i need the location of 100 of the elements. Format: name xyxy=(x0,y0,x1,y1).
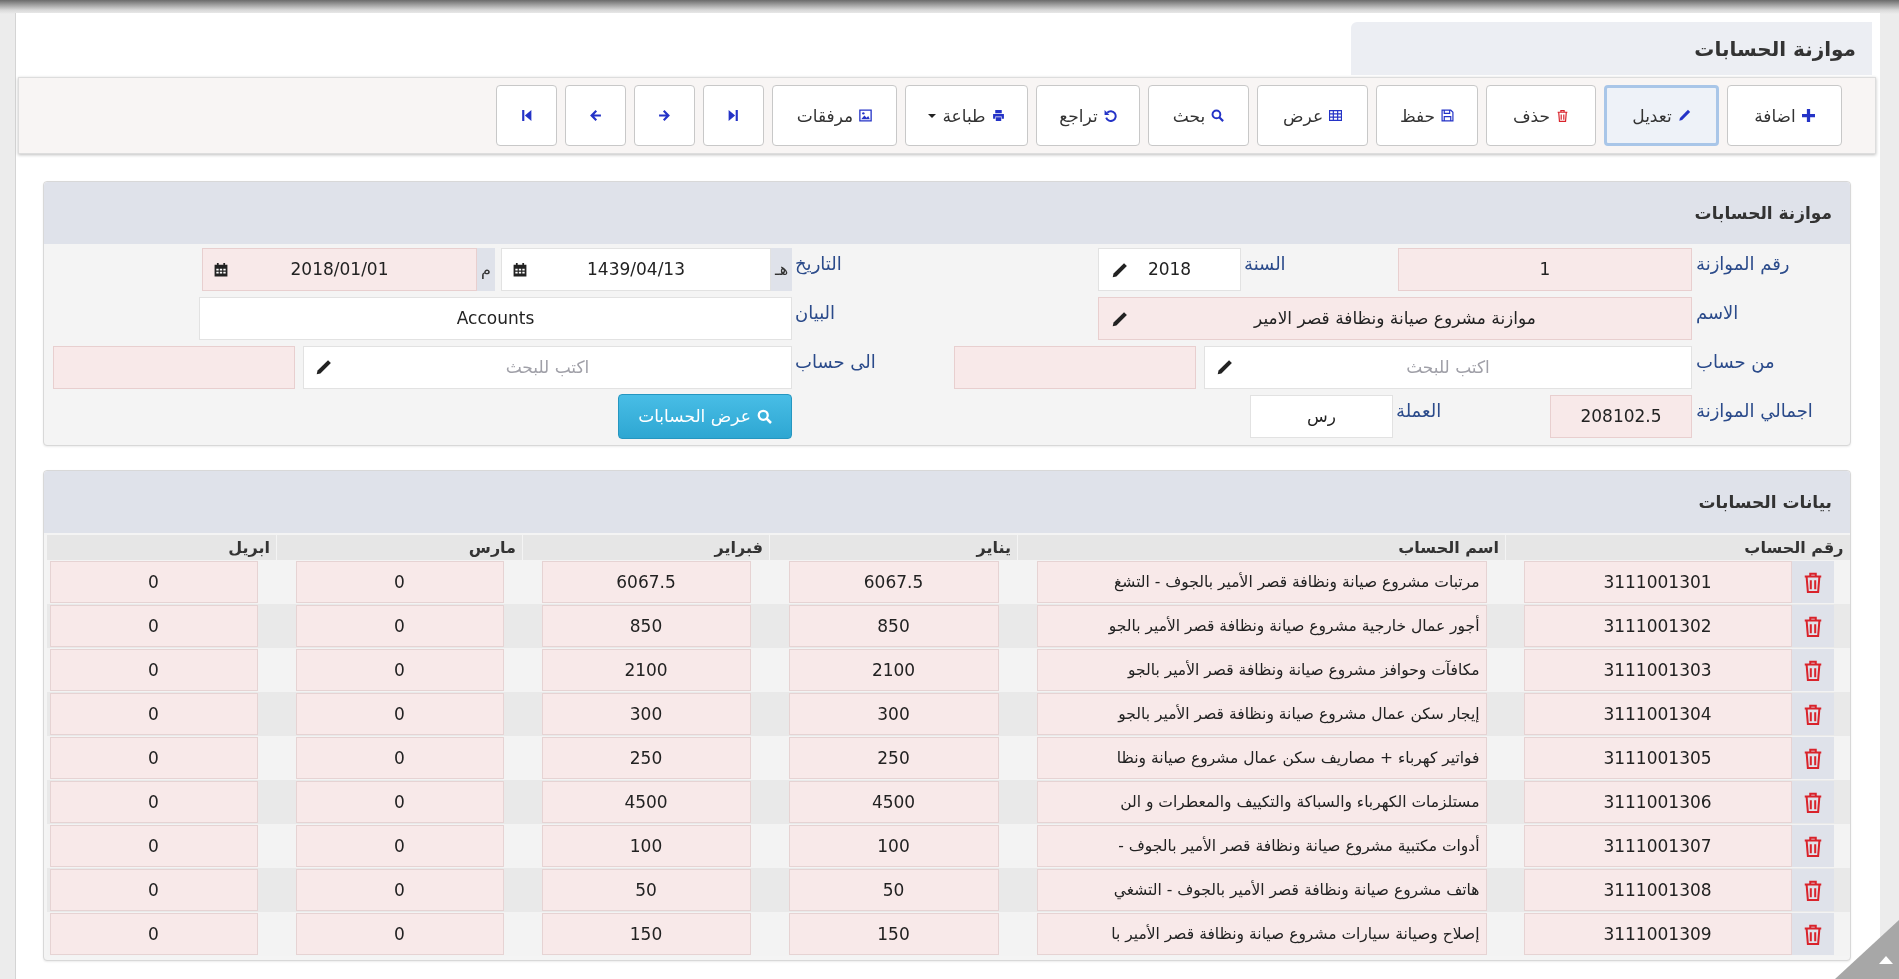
amount-field[interactable]: 100 xyxy=(788,825,999,867)
column-header: يناير xyxy=(976,538,1011,557)
amount-field[interactable]: 0 xyxy=(295,869,504,911)
account-number-field[interactable]: 3111001307 xyxy=(1523,825,1792,867)
name-field[interactable]: موازنة مشروع صيانة ونظافة قصر الامير xyxy=(1098,296,1692,340)
account-number-field[interactable]: 3111001305 xyxy=(1523,737,1792,779)
last-page-icon xyxy=(727,109,740,122)
amount-field[interactable]: 0 xyxy=(295,913,504,955)
amount-field[interactable]: 250 xyxy=(788,737,999,779)
pencil-icon xyxy=(1216,358,1233,376)
toolbar-button[interactable]: مرفقات xyxy=(772,85,897,146)
amount-field[interactable]: 6067.5 xyxy=(541,561,751,603)
arrow-left-icon xyxy=(589,109,602,122)
amount-field[interactable]: 0 xyxy=(295,737,504,779)
text-field[interactable] xyxy=(954,345,1196,389)
amount-field[interactable]: 0 xyxy=(295,561,504,603)
amount-field[interactable]: 150 xyxy=(541,913,751,955)
amount-field[interactable]: 4500 xyxy=(788,781,999,823)
pencil-icon xyxy=(315,358,332,376)
account-name-field[interactable]: أدوات مكتبية مشروع صيانة ونظافة قصر الأمير بالجوف - xyxy=(1036,825,1487,867)
amount-field[interactable]: 850 xyxy=(788,605,999,647)
account-name-field[interactable]: مكافآت وحوافز مشروع صيانة ونظافة قصر الأمير بالجو xyxy=(1036,649,1487,691)
gregorian-date-field[interactable]: 2018/01/01 xyxy=(202,247,477,291)
account-name-field[interactable]: مستلزمات الكهرباء والسباكة والتكييف والمعطرات و الن xyxy=(1036,781,1487,823)
account-number-field[interactable]: 3111001303 xyxy=(1523,649,1792,691)
toolbar-button[interactable]: بحث xyxy=(1148,85,1249,146)
amount-field[interactable]: 0 xyxy=(49,693,258,735)
panel-title: موازنة الحسابات xyxy=(1694,203,1832,223)
calendar-icon xyxy=(513,262,527,277)
search-field[interactable]: اكتب للبحث xyxy=(303,345,792,389)
amount-field[interactable]: 2100 xyxy=(541,649,751,691)
budget-number-field[interactable]: 1 xyxy=(1398,247,1692,291)
amount-field[interactable]: 0 xyxy=(49,913,258,955)
amount-field[interactable]: 250 xyxy=(541,737,751,779)
toolbar-button[interactable]: طباعة xyxy=(905,85,1028,146)
account-number-field[interactable]: 3111001309 xyxy=(1523,913,1792,955)
account-number-field[interactable]: 3111001304 xyxy=(1523,693,1792,735)
amount-field[interactable]: 850 xyxy=(541,605,751,647)
plus-icon xyxy=(1801,109,1815,122)
amount-field[interactable]: 300 xyxy=(788,693,999,735)
pencil-icon xyxy=(1111,261,1128,279)
toolbar-button[interactable]: حذف xyxy=(1486,85,1596,146)
scroll-top-button[interactable] xyxy=(1835,920,1899,979)
caret-icon xyxy=(928,111,937,120)
amount-field[interactable]: 0 xyxy=(49,781,258,823)
amount-field[interactable]: 0 xyxy=(49,649,258,691)
field-label: الى حساب xyxy=(795,351,876,372)
amount-field[interactable]: 4500 xyxy=(541,781,751,823)
search-field[interactable]: اكتب للبحث xyxy=(1204,345,1692,389)
undo-icon xyxy=(1103,109,1117,122)
hijri-addon: هـ xyxy=(771,247,792,291)
account-number-field[interactable]: 3111001302 xyxy=(1523,605,1792,647)
account-name-field[interactable]: هاتف مشروع صيانة ونظافة قصر الأمير بالجوف - التشغي xyxy=(1036,869,1487,911)
toolbar-button[interactable]: اضافة xyxy=(1727,85,1842,146)
pencil-icon xyxy=(1677,109,1691,122)
amount-field[interactable]: 0 xyxy=(49,605,258,647)
account-name-field[interactable]: أجور عمال خارجية مشروع صيانة ونظافة قصر الأمير بالجو xyxy=(1036,605,1487,647)
field-label: البيان xyxy=(795,302,836,323)
account-number-field[interactable]: 3111001306 xyxy=(1523,781,1792,823)
amount-field[interactable]: 0 xyxy=(49,561,258,603)
amount-field[interactable]: 2100 xyxy=(788,649,999,691)
text-field[interactable] xyxy=(53,345,295,389)
amount-field[interactable]: 0 xyxy=(49,825,258,867)
calendar-icon xyxy=(214,262,228,277)
field-label: العملة xyxy=(1396,400,1442,421)
amount-field[interactable]: 6067.5 xyxy=(788,561,999,603)
toolbar-button[interactable]: تراجع xyxy=(1036,85,1140,146)
amount-field[interactable]: 0 xyxy=(49,737,258,779)
amount-field[interactable]: 50 xyxy=(541,869,751,911)
amount-field[interactable]: 0 xyxy=(49,869,258,911)
amount-field[interactable]: 150 xyxy=(788,913,999,955)
column-header: مارس xyxy=(468,538,516,557)
amount-field[interactable]: 300 xyxy=(541,693,751,735)
image-icon xyxy=(859,109,873,122)
toolbar-button[interactable]: عرض xyxy=(1257,85,1368,146)
amount-field[interactable]: 50 xyxy=(788,869,999,911)
page-title: موازنة الحسابات xyxy=(1694,36,1856,61)
toolbar-button[interactable]: حفظ xyxy=(1376,85,1478,146)
amount-field[interactable]: 0 xyxy=(295,781,504,823)
field-label: رقم الموازنة xyxy=(1696,253,1790,274)
toolbar-button[interactable]: تعديل xyxy=(1604,85,1719,146)
amount-field[interactable]: 100 xyxy=(541,825,751,867)
currency-field[interactable]: رس xyxy=(1250,394,1393,438)
first-page-icon xyxy=(520,109,533,122)
total-field[interactable]: 208102.5 xyxy=(1550,394,1692,438)
account-name-field[interactable]: إيجار سكن عمال مشروع صيانة ونظافة قصر الأمير بالجو xyxy=(1036,693,1487,735)
statement-field[interactable]: Accounts xyxy=(199,296,792,340)
account-name-field[interactable]: إصلاح وصيانة سيارات مشروع صيانة ونظافة قصر الأمير با xyxy=(1036,913,1487,955)
amount-field[interactable]: 0 xyxy=(295,825,504,867)
account-name-field[interactable]: مرتبات مشروع صيانة ونظافة قصر الأمير بالجوف - التشغ xyxy=(1036,561,1487,603)
account-number-field[interactable]: 3111001301 xyxy=(1523,561,1792,603)
field-label: التاريخ xyxy=(795,253,842,274)
amount-field[interactable]: 0 xyxy=(295,693,504,735)
hijri-date-field[interactable]: 1439/04/13 xyxy=(501,247,771,291)
account-number-field[interactable]: 3111001308 xyxy=(1523,869,1792,911)
amount-field[interactable]: 0 xyxy=(295,649,504,691)
account-name-field[interactable]: فواتير كهرباء + مصاريف سكن عمال مشروع صيانة ونظا xyxy=(1036,737,1487,779)
year-field[interactable]: 2018 xyxy=(1098,247,1241,291)
amount-field[interactable]: 0 xyxy=(295,605,504,647)
search-icon xyxy=(1211,109,1225,122)
